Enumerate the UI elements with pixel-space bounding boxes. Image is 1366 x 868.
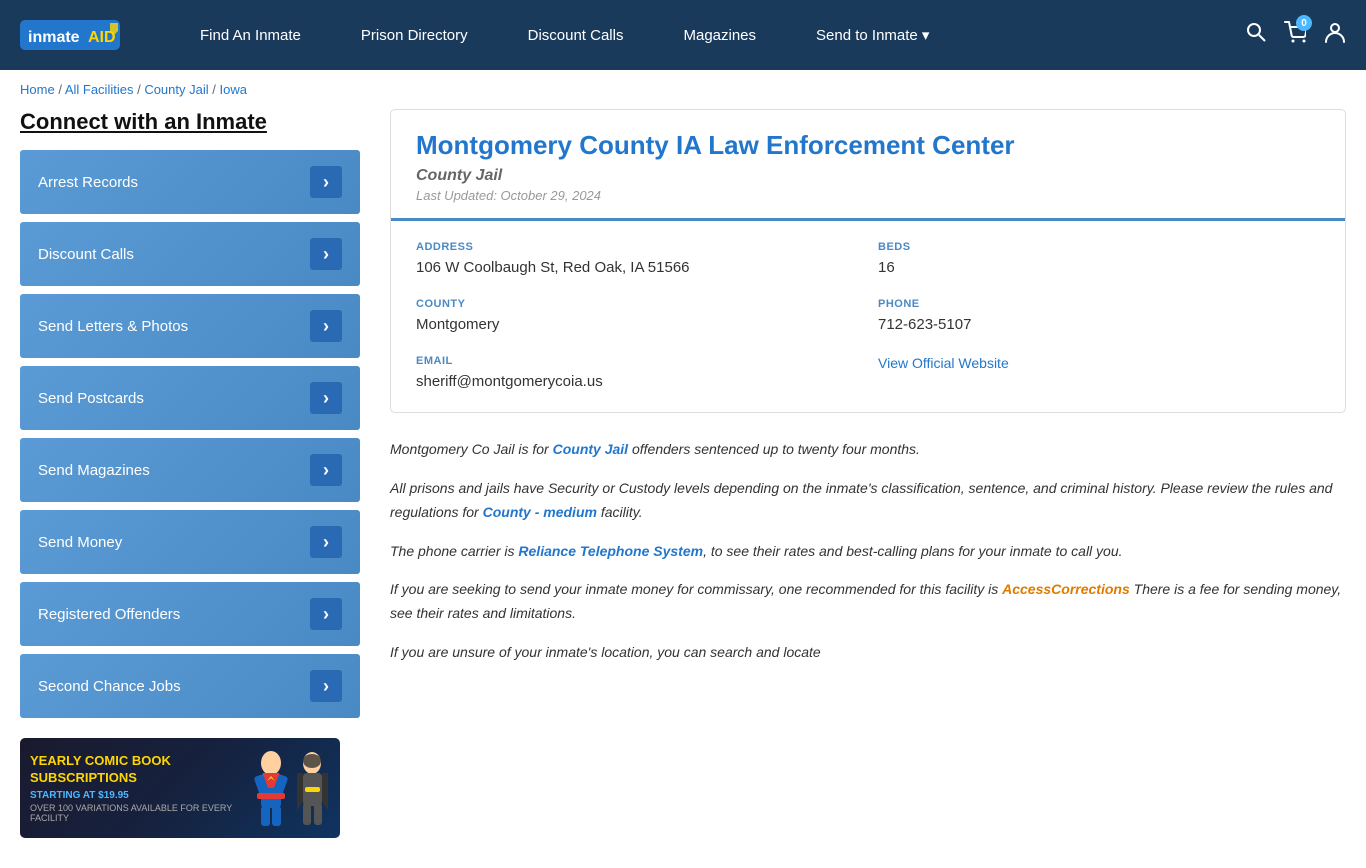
sidebar-item-registered-offenders[interactable]: Registered Offenders › — [20, 582, 360, 646]
arrow-icon: › — [310, 670, 342, 702]
sidebar-item-arrest-records[interactable]: Arrest Records › — [20, 150, 360, 214]
nav-discount-calls[interactable]: Discount Calls — [498, 27, 654, 44]
county-group: COUNTY Montgomery — [416, 298, 858, 335]
nav-find-inmate[interactable]: Find An Inmate — [170, 27, 331, 44]
arrow-icon: › — [310, 382, 342, 414]
desc-para-1: Montgomery Co Jail is for County Jail of… — [390, 438, 1346, 462]
search-icon — [1246, 22, 1266, 42]
county-value: Montgomery — [416, 314, 858, 335]
search-button[interactable] — [1246, 22, 1266, 48]
facility-title: Montgomery County IA Law Enforcement Cen… — [416, 130, 1320, 161]
sidebar-title: Connect with an Inmate — [20, 109, 360, 135]
user-button[interactable] — [1324, 21, 1346, 49]
email-group: EMAIL sheriff@montgomerycoia.us — [416, 355, 858, 392]
arrow-icon: › — [310, 454, 342, 486]
sidebar-item-label: Registered Offenders — [38, 606, 180, 623]
arrow-icon: › — [310, 238, 342, 270]
arrow-icon: › — [310, 166, 342, 198]
breadcrumb-home[interactable]: Home — [20, 82, 55, 97]
sidebar-item-send-money[interactable]: Send Money › — [20, 510, 360, 574]
phone-value: 712-623-5107 — [878, 314, 1320, 335]
desc-para-2: All prisons and jails have Security or C… — [390, 477, 1346, 525]
phone-label: PHONE — [878, 298, 1320, 310]
svg-text:inmate: inmate — [28, 29, 80, 46]
logo-area: inmate AID — [20, 15, 130, 55]
user-icon — [1324, 21, 1346, 43]
nav-magazines[interactable]: Magazines — [653, 27, 786, 44]
sidebar-item-label: Second Chance Jobs — [38, 678, 181, 695]
facility-updated: Last Updated: October 29, 2024 — [416, 188, 1320, 203]
desc-para-5: If you are unsure of your inmate's locat… — [390, 641, 1346, 665]
header: inmate AID Find An Inmate Prison Directo… — [0, 0, 1366, 70]
county-jail-link-1[interactable]: County Jail — [553, 441, 628, 457]
ad-banner[interactable]: YEARLY COMIC BOOKSUBSCRIPTIONS STARTING … — [20, 738, 340, 838]
breadcrumb-county-jail[interactable]: County Jail — [144, 82, 208, 97]
arrow-icon: › — [310, 598, 342, 630]
batman-icon — [295, 751, 330, 826]
arrow-icon: › — [310, 526, 342, 558]
content: Montgomery County IA Law Enforcement Cen… — [390, 109, 1346, 838]
sidebar-item-send-magazines[interactable]: Send Magazines › — [20, 438, 360, 502]
beds-value: 16 — [878, 257, 1320, 278]
superman-icon — [252, 751, 290, 826]
sidebar-item-second-chance-jobs[interactable]: Second Chance Jobs › — [20, 654, 360, 718]
ad-desc: OVER 100 VARIATIONS AVAILABLE FOR EVERY … — [30, 803, 252, 823]
logo-icon: inmate AID — [20, 15, 130, 55]
email-value: sheriff@montgomerycoia.us — [416, 371, 858, 392]
desc-para-4: If you are seeking to send your inmate m… — [390, 578, 1346, 626]
description: Montgomery Co Jail is for County Jail of… — [390, 433, 1346, 685]
sidebar: Connect with an Inmate Arrest Records › … — [20, 109, 360, 838]
address-value: 106 W Coolbaugh St, Red Oak, IA 51566 — [416, 257, 858, 278]
beds-group: BEDS 16 — [878, 241, 1320, 278]
access-corrections-link[interactable]: AccessCorrections — [1002, 581, 1130, 597]
main-nav: Find An Inmate Prison Directory Discount… — [170, 26, 1246, 44]
desc-para-3: The phone carrier is Reliance Telephone … — [390, 540, 1346, 564]
facility-type: County Jail — [416, 167, 1320, 185]
nav-send-to-inmate[interactable]: Send to Inmate ▾ — [786, 26, 959, 44]
sidebar-item-label: Discount Calls — [38, 246, 134, 263]
facility-card: Montgomery County IA Law Enforcement Cen… — [390, 109, 1346, 413]
reliance-telephone-link[interactable]: Reliance Telephone System — [518, 543, 703, 559]
breadcrumb-all-facilities[interactable]: All Facilities — [65, 82, 134, 97]
sidebar-item-send-postcards[interactable]: Send Postcards › — [20, 366, 360, 430]
website-group: View Official Website — [878, 355, 1320, 392]
address-label: ADDRESS — [416, 241, 858, 253]
address-group: ADDRESS 106 W Coolbaugh St, Red Oak, IA … — [416, 241, 858, 278]
breadcrumb-iowa[interactable]: Iowa — [219, 82, 246, 97]
breadcrumb: Home / All Facilities / County Jail / Io… — [0, 70, 1366, 109]
facility-header: Montgomery County IA Law Enforcement Cen… — [391, 110, 1345, 218]
email-label: EMAIL — [416, 355, 858, 367]
sidebar-item-label: Send Letters & Photos — [38, 318, 188, 335]
phone-group: PHONE 712-623-5107 — [878, 298, 1320, 335]
cart-button[interactable]: 0 — [1284, 21, 1306, 49]
view-official-website-link[interactable]: View Official Website — [878, 355, 1009, 371]
nav-prison-directory[interactable]: Prison Directory — [331, 27, 498, 44]
main-layout: Connect with an Inmate Arrest Records › … — [0, 109, 1366, 868]
ad-heroes — [252, 751, 330, 826]
header-right: 0 — [1246, 21, 1346, 49]
ad-title: YEARLY COMIC BOOKSUBSCRIPTIONS — [30, 753, 252, 787]
facility-details: ADDRESS 106 W Coolbaugh St, Red Oak, IA … — [391, 218, 1345, 412]
sidebar-item-label: Send Magazines — [38, 462, 150, 479]
beds-label: BEDS — [878, 241, 1320, 253]
arrow-icon: › — [310, 310, 342, 342]
ad-text: YEARLY COMIC BOOKSUBSCRIPTIONS STARTING … — [30, 753, 252, 823]
sidebar-item-label: Arrest Records — [38, 174, 138, 191]
county-medium-link[interactable]: County - medium — [483, 504, 597, 520]
cart-badge: 0 — [1296, 15, 1312, 31]
sidebar-item-send-letters[interactable]: Send Letters & Photos › — [20, 294, 360, 358]
sidebar-item-label: Send Postcards — [38, 390, 144, 407]
ad-subtitle: STARTING AT $19.95 — [30, 790, 252, 801]
sidebar-item-label: Send Money — [38, 534, 122, 551]
sidebar-item-discount-calls[interactable]: Discount Calls › — [20, 222, 360, 286]
county-label: COUNTY — [416, 298, 858, 310]
